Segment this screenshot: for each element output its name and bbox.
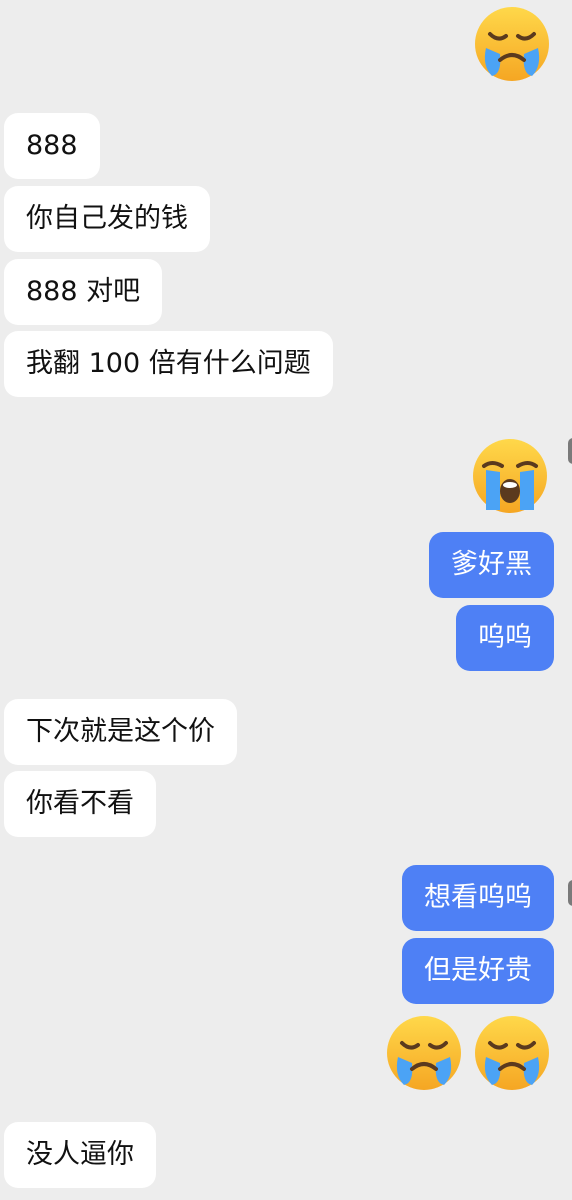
crying-face-icon: [472, 1013, 552, 1093]
message-outgoing[interactable]: 爹好黑: [429, 532, 554, 598]
message-outgoing[interactable]: 想看呜呜: [402, 865, 554, 931]
message-incoming[interactable]: 你自己发的钱: [4, 186, 210, 252]
message-outgoing[interactable]: 呜呜: [456, 605, 554, 671]
crying-face-icon: [384, 1013, 464, 1093]
avatar-edge: [568, 438, 572, 464]
message-incoming[interactable]: 下次就是这个价: [4, 699, 237, 765]
loudly-crying-face-icon: [470, 436, 550, 516]
message-incoming[interactable]: 没人逼你: [4, 1122, 156, 1188]
message-incoming[interactable]: 我翻 100 倍有什么问题: [4, 331, 333, 397]
avatar-edge: [568, 880, 572, 906]
chat-thread: 888 你自己发的钱 888 对吧 我翻 100 倍有什么问题 爹好黑 呜呜 下…: [0, 0, 572, 1200]
message-incoming[interactable]: 你看不看: [4, 771, 156, 837]
crying-face-icon: [472, 4, 552, 84]
message-incoming[interactable]: 888 对吧: [4, 259, 163, 325]
message-outgoing[interactable]: 但是好贵: [402, 938, 554, 1004]
message-incoming[interactable]: 888: [4, 113, 100, 179]
